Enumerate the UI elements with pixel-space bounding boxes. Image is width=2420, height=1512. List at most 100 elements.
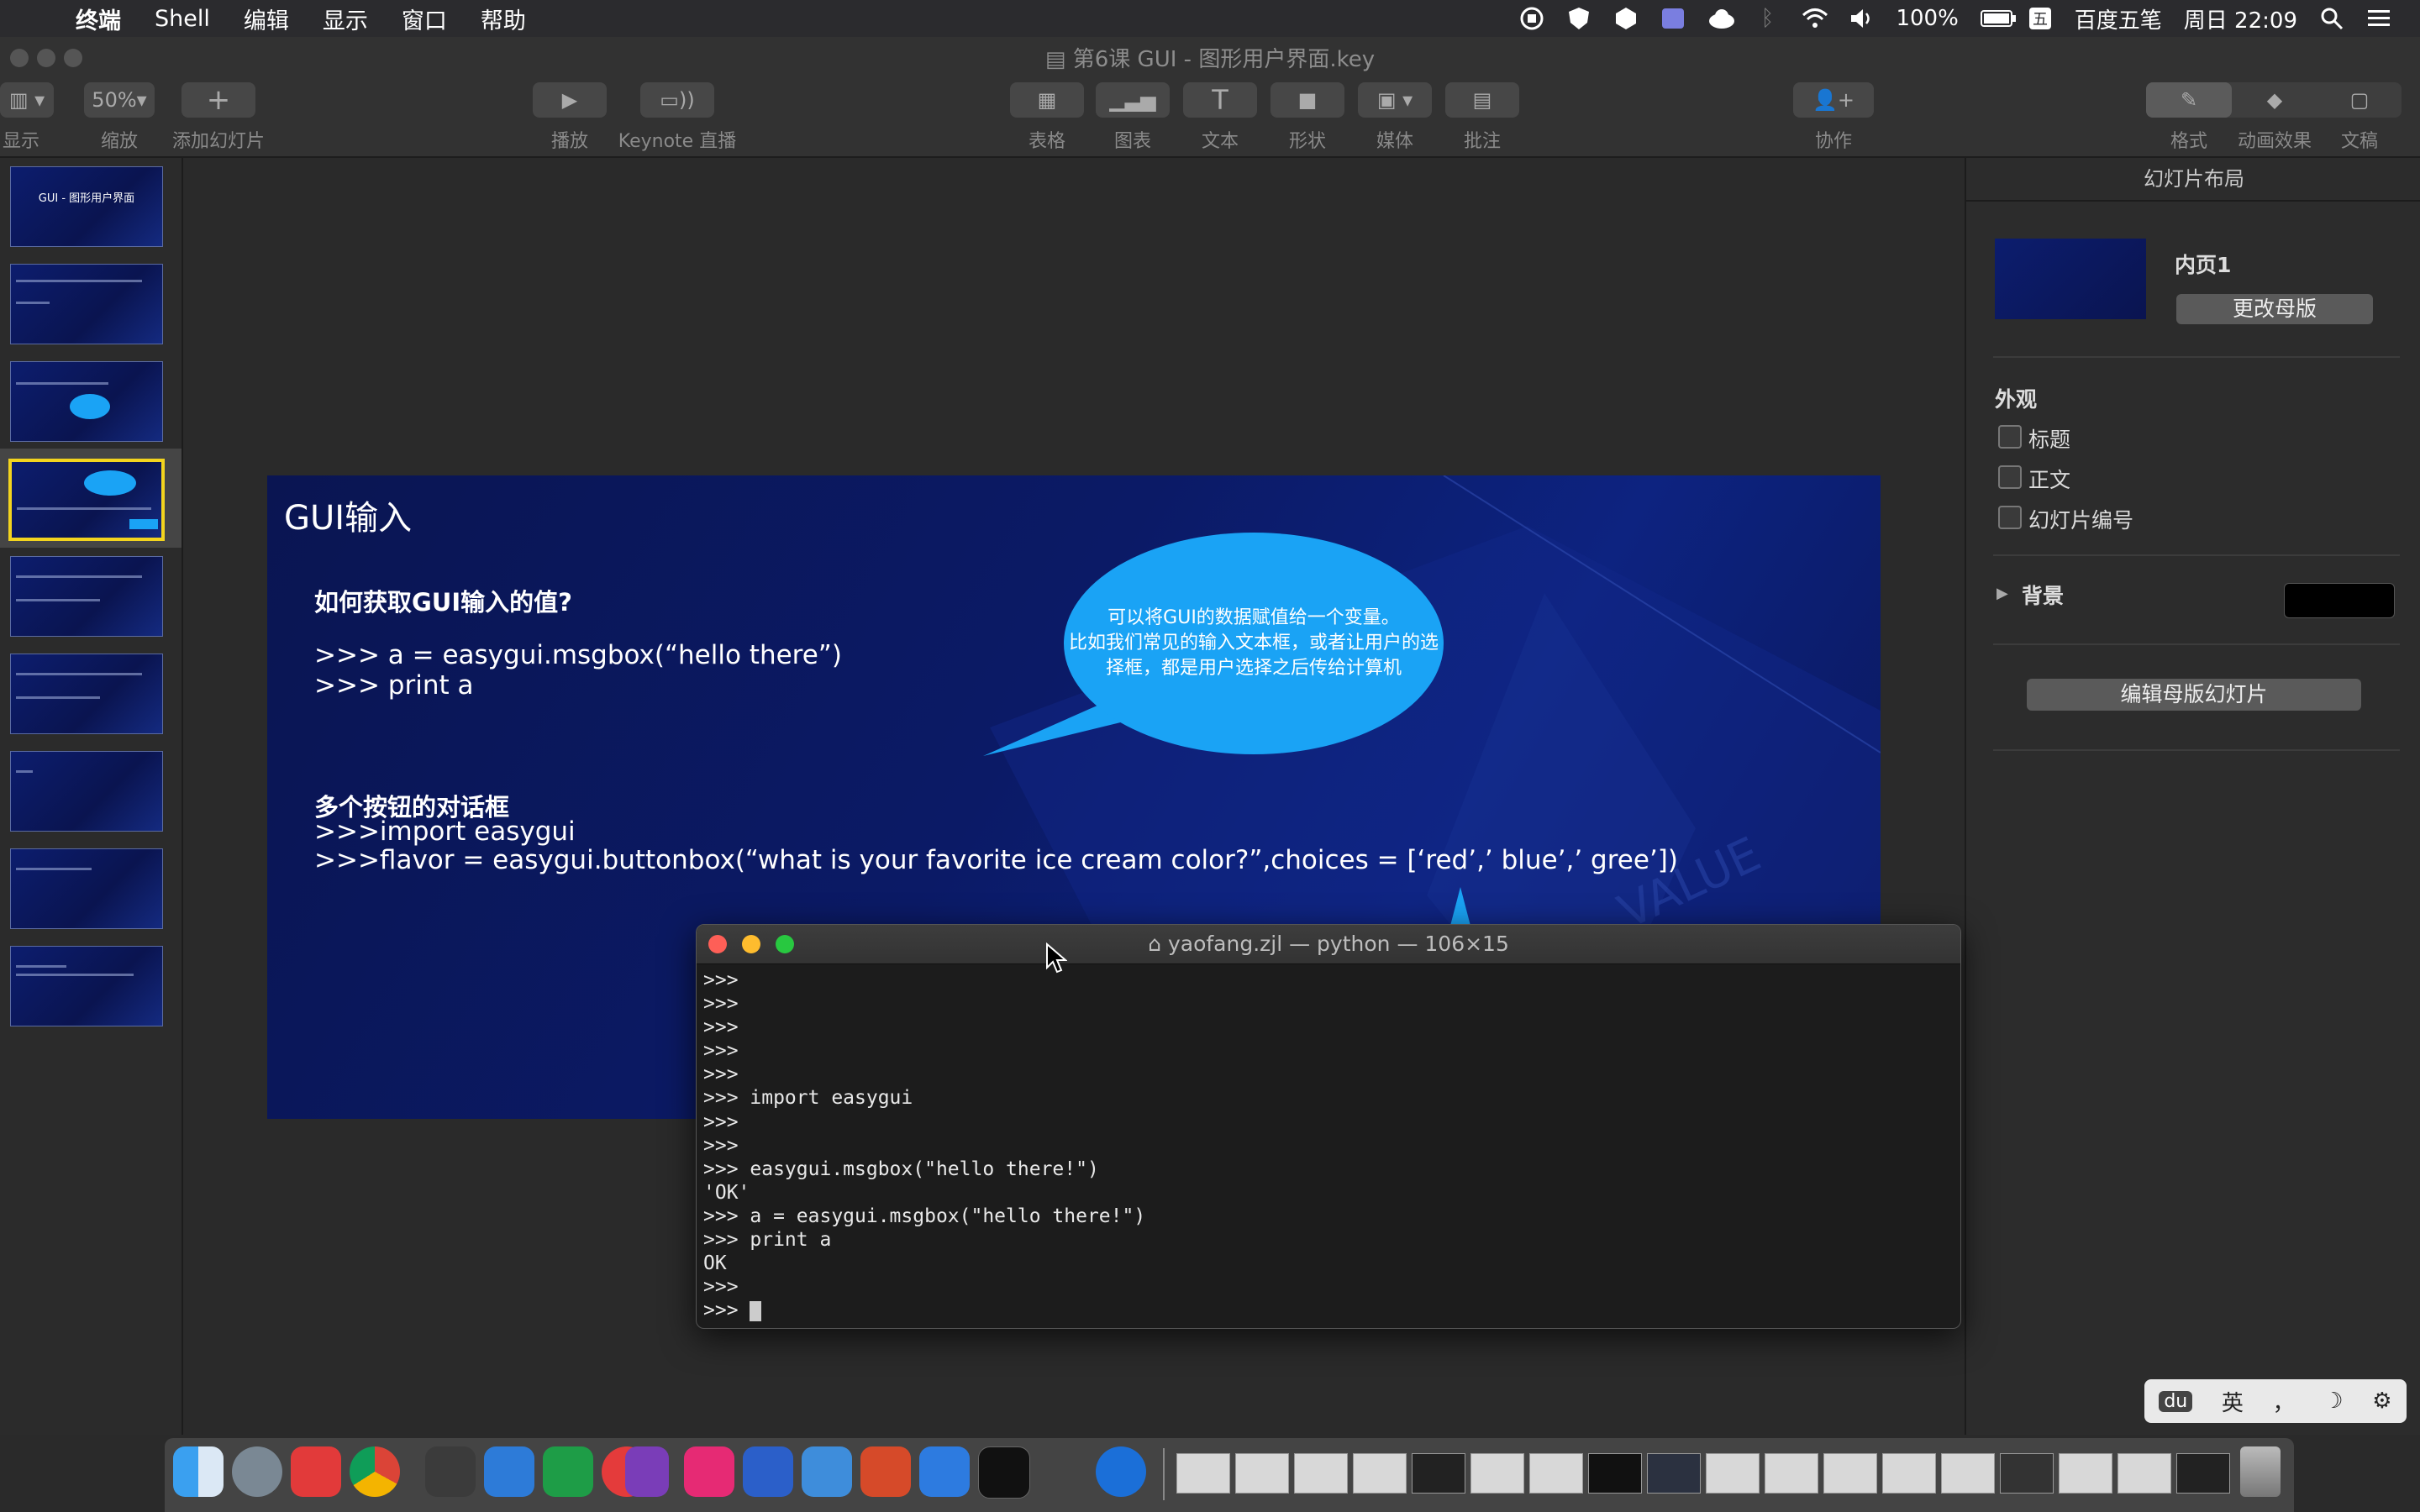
minimized-window[interactable] <box>1941 1453 1995 1494</box>
shape-button[interactable]: ■ <box>1270 82 1344 118</box>
wifi-icon[interactable] <box>1802 6 1828 31</box>
disclosure-triangle-icon[interactable]: ▶ <box>1996 585 2008 602</box>
bluetooth-icon[interactable]: ᛒ <box>1754 6 1780 31</box>
menu-terminal[interactable]: 终端 <box>76 3 121 35</box>
animate-tab[interactable]: ◆ <box>2232 82 2317 118</box>
zoom-dropdown[interactable]: 50% ▾ <box>84 82 155 118</box>
keynote-live-button[interactable]: ▭)) <box>640 82 714 118</box>
baidu-ime-logo[interactable]: du <box>2159 1390 2193 1412</box>
slide-code-line-3[interactable]: >>>import easygui <box>314 816 576 847</box>
shield-icon[interactable] <box>1566 6 1591 31</box>
ime-language-toggle[interactable]: 英 <box>2222 1386 2244 1417</box>
menu-window[interactable]: 窗口 <box>402 3 447 35</box>
collaborate-button[interactable]: 👤+ <box>1793 82 1874 118</box>
minimized-window[interactable] <box>1882 1453 1936 1494</box>
slide-code-line-1[interactable]: >>> a = easygui.msgbox(“hello there”) <box>314 640 842 670</box>
slide-thumbnail[interactable] <box>10 361 163 442</box>
finder-icon[interactable] <box>173 1446 224 1497</box>
inspector-header[interactable]: 幻灯片布局 <box>1966 158 2420 202</box>
minimized-window[interactable] <box>1176 1453 1230 1494</box>
slide-thumbnail[interactable] <box>10 654 163 734</box>
body-checkbox[interactable] <box>1998 465 2022 489</box>
format-tab[interactable]: ✎ <box>2146 82 2232 118</box>
title-checkbox[interactable] <box>1998 425 2022 449</box>
menu-shell[interactable]: Shell <box>155 6 210 32</box>
slide-thumbnail[interactable] <box>10 264 163 344</box>
sublime-text-icon[interactable] <box>425 1446 476 1497</box>
minimized-window[interactable] <box>1412 1453 1465 1494</box>
slide-code-line-4[interactable]: >>>flavor = easygui.buttonbox(“what is y… <box>314 845 1678 875</box>
minimized-window[interactable] <box>1235 1453 1289 1494</box>
view-button[interactable]: ▥ ▾ <box>0 82 54 118</box>
cloud-icon[interactable] <box>1707 6 1735 31</box>
numbers-icon[interactable] <box>484 1446 534 1497</box>
keynote-icon[interactable] <box>802 1446 852 1497</box>
app-status-icon[interactable] <box>1660 6 1686 31</box>
browser-app-icon[interactable] <box>1096 1446 1146 1497</box>
hexagon-app-icon[interactable] <box>1613 6 1639 31</box>
notification-center-icon[interactable] <box>2366 6 2391 31</box>
add-slide-button[interactable]: + <box>182 82 255 118</box>
terminal-output[interactable]: >>> >>> >>> >>> >>> >>> import easygui >>> >>> >… <box>703 969 1145 1322</box>
minimized-window[interactable] <box>1470 1453 1524 1494</box>
terminal-app-icon[interactable] <box>978 1446 1030 1499</box>
chrome-icon[interactable] <box>350 1446 400 1497</box>
slide-thumbnail-selected[interactable] <box>8 459 165 541</box>
minimized-window[interactable] <box>2118 1453 2171 1494</box>
xmind-icon[interactable] <box>291 1446 341 1497</box>
menu-view[interactable]: 显示 <box>323 3 368 35</box>
ime-settings-gear-icon[interactable]: ⚙ <box>2372 1389 2391 1414</box>
spotlight-search-icon[interactable] <box>2319 6 2344 31</box>
slide-title[interactable]: GUI输入 <box>284 491 412 539</box>
ime-name[interactable]: 百度五笔 <box>2075 3 2162 34</box>
minimized-window[interactable] <box>2176 1453 2230 1494</box>
minimized-window[interactable] <box>1647 1453 1701 1494</box>
record-status-icon[interactable] <box>1519 6 1544 31</box>
ime-punctuation-toggle[interactable]: ， <box>2273 1386 2295 1417</box>
ime-skin-moon-icon[interactable]: ☽ <box>2323 1389 2343 1414</box>
slide-thumbnail[interactable]: GUI - 图形用户界面 <box>10 166 163 247</box>
background-color-well[interactable] <box>2284 583 2395 618</box>
ime-wubi-icon[interactable]: 五 <box>2028 6 2053 31</box>
excel-icon[interactable] <box>543 1446 593 1497</box>
minimized-window[interactable] <box>1529 1453 1583 1494</box>
menu-help[interactable]: 帮助 <box>481 3 526 35</box>
slide-thumbnail[interactable] <box>10 751 163 832</box>
trash-icon[interactable] <box>2240 1446 2281 1497</box>
table-button[interactable]: ▦ <box>1010 82 1084 118</box>
speech-bubble[interactable]: 可以将GUI的数据赋值给一个变量。 比如我们常见的输入文本框，或者让用户的选 择… <box>1064 533 1444 754</box>
change-master-button[interactable]: 更改母版 <box>2176 294 2373 324</box>
volume-icon[interactable] <box>1849 6 1874 31</box>
shield-app-icon[interactable] <box>919 1446 970 1497</box>
minimized-window[interactable] <box>1765 1453 1818 1494</box>
document-tab[interactable]: ▢ <box>2317 82 2402 118</box>
minimized-window[interactable] <box>1706 1453 1760 1494</box>
menubar-clock[interactable]: 周日 22:09 <box>2184 3 2297 34</box>
minimized-window[interactable] <box>1294 1453 1348 1494</box>
terminal-window[interactable]: ⌂ yaofang.zjl — python — 106×15 >>> >>> >>… <box>696 924 1961 1329</box>
comment-button[interactable]: ▤ <box>1445 82 1519 118</box>
powerpoint-icon[interactable] <box>860 1446 911 1497</box>
minimized-window[interactable] <box>1823 1453 1877 1494</box>
word-icon[interactable] <box>743 1446 793 1497</box>
menu-edit[interactable]: 编辑 <box>244 3 289 35</box>
slide-thumbnail[interactable] <box>10 556 163 637</box>
minimized-window[interactable] <box>2059 1453 2112 1494</box>
launchpad-icon[interactable] <box>232 1446 282 1497</box>
slide-number-checkbox[interactable] <box>1998 506 2022 529</box>
slide-question-1[interactable]: 如何获取GUI输入的值? <box>314 583 572 618</box>
minimized-window[interactable] <box>1588 1453 1642 1494</box>
play-button[interactable]: ▶ <box>533 82 607 118</box>
edit-master-slide-button[interactable]: 编辑母版幻灯片 <box>2027 679 2361 711</box>
pen-app-icon[interactable] <box>1037 1446 1087 1497</box>
slide-thumbnail[interactable] <box>10 946 163 1026</box>
media-button[interactable]: ▣ ▾ <box>1358 82 1432 118</box>
onenote-icon[interactable] <box>625 1446 669 1497</box>
master-thumbnail[interactable] <box>1995 239 2146 319</box>
battery-icon[interactable] <box>1980 6 2016 31</box>
chart-button[interactable]: ▁▃▅ <box>1096 82 1170 118</box>
slide-thumbnail[interactable] <box>10 848 163 929</box>
youku-icon[interactable] <box>684 1446 734 1497</box>
slide-code-line-2[interactable]: >>> print a <box>314 670 473 701</box>
text-button[interactable]: T <box>1183 82 1257 118</box>
